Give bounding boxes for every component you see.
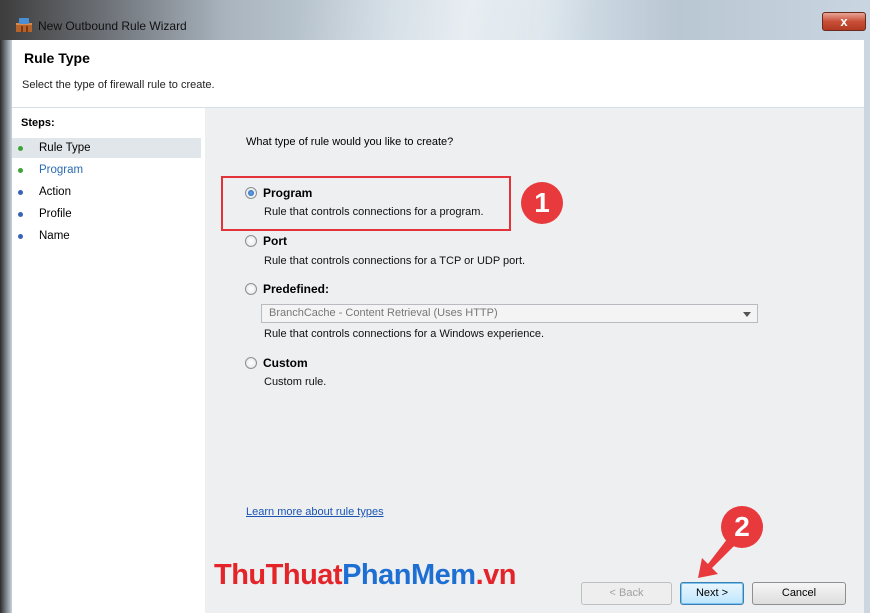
step-bullet-icon [18,190,23,195]
watermark-part1: ThuThuat [214,559,343,591]
custom-radio[interactable] [245,357,257,369]
step-profile[interactable]: Profile [12,204,201,224]
learn-more-link[interactable]: Learn more about rule types [246,506,384,518]
port-option-description: Rule that controls connections for a TCP… [264,255,526,267]
window-frame-right [864,40,870,613]
firewall-app-icon [16,18,32,32]
port-radio[interactable] [245,235,257,247]
steps-pane: Steps: Rule Type Program Action Profile … [12,108,205,613]
watermark-part3: .vn [475,559,517,591]
custom-option-description: Custom rule. [264,376,327,388]
step-bullet-icon [18,146,23,151]
predefined-select[interactable]: BranchCache - Content Retrieval (Uses HT… [261,304,758,323]
step-label: Name [39,230,70,242]
program-highlight-box [221,176,511,231]
step-bullet-icon [18,212,23,217]
title-bar: New Outbound Rule Wizard x [0,0,870,40]
predefined-select-value: BranchCache - Content Retrieval (Uses HT… [269,307,498,319]
custom-option-label[interactable]: Custom [263,356,308,370]
next-button[interactable]: Next > [680,582,744,605]
steps-label: Steps: [21,117,55,129]
step-action[interactable]: Action [12,182,201,202]
predefined-option-label[interactable]: Predefined: [263,282,329,296]
cancel-button[interactable]: Cancel [752,582,846,605]
close-button[interactable]: x [822,12,866,31]
predefined-radio[interactable] [245,283,257,295]
page-title: Rule Type [24,50,90,66]
step-label: Action [39,186,71,198]
step-program[interactable]: Program [12,160,201,180]
back-button[interactable]: < Back [581,582,672,605]
step-label: Rule Type [39,142,91,154]
step-label: Program [39,164,84,176]
step-bullet-icon [18,168,23,173]
page-subtitle: Select the type of firewall rule to crea… [22,79,215,91]
chevron-down-icon[interactable] [743,312,751,317]
port-option-label[interactable]: Port [263,234,287,248]
step-label: Profile [39,208,72,220]
watermark: ThuThuatPhanMem.vn [214,559,516,592]
step-rule-type[interactable]: Rule Type [12,138,201,158]
window-title: New Outbound Rule Wizard [38,19,187,33]
predefined-option-description: Rule that controls connections for a Win… [264,328,545,340]
wizard-header: Rule Type Select the type of firewall ru… [12,40,864,108]
step-badge-1: 1 [521,182,563,224]
close-icon: x [840,14,848,29]
watermark-part2: PhanMem [342,559,476,591]
window-frame-left [0,40,12,613]
arrow-pointer-icon [698,538,736,578]
step-name[interactable]: Name [12,226,201,246]
rule-type-question: What type of rule would you like to crea… [246,136,454,148]
step-bullet-icon [18,234,23,239]
title-bar-shine [300,0,720,40]
